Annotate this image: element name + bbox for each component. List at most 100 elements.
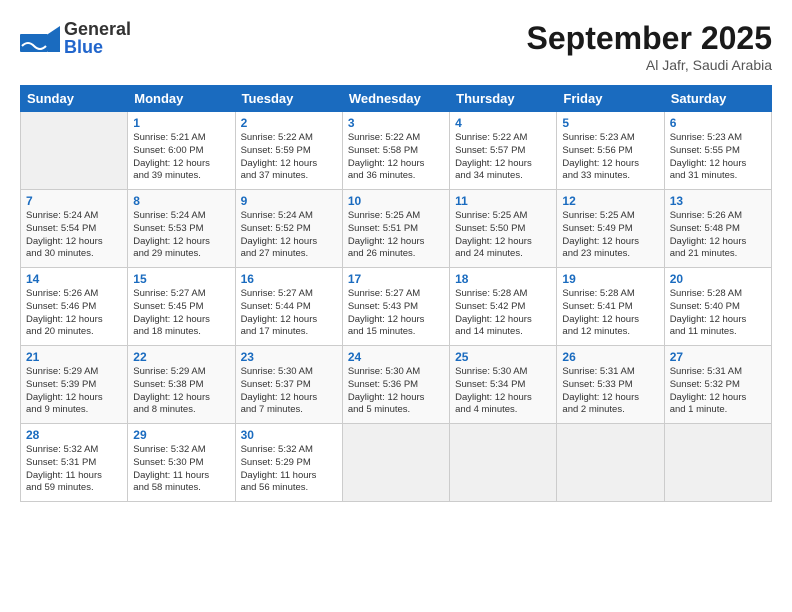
header: General Blue September 2025 Al Jafr, Sau…	[20, 20, 772, 73]
day-number: 27	[670, 350, 766, 364]
cell-info: Sunrise: 5:24 AM Sunset: 5:52 PM Dayligh…	[241, 210, 337, 261]
day-number: 19	[562, 272, 658, 286]
cell-info: Sunrise: 5:29 AM Sunset: 5:38 PM Dayligh…	[133, 366, 229, 417]
cell-info: Sunrise: 5:30 AM Sunset: 5:34 PM Dayligh…	[455, 366, 551, 417]
day-number: 12	[562, 194, 658, 208]
calendar-cell: 23Sunrise: 5:30 AM Sunset: 5:37 PM Dayli…	[235, 346, 342, 424]
week-row-3: 14 Sunrise: 5:26 AM Sunset: 5:46 PM Dayli…	[21, 268, 772, 346]
cell-info: Sunrise: 5:25 AM Sunset: 5:50 PM Dayligh…	[455, 210, 551, 261]
calendar-cell	[342, 424, 449, 502]
calendar-cell: 24 Sunrise: 5:30 AM Sunset: 5:36 PM Dayli…	[342, 346, 449, 424]
day-number: 4	[455, 116, 551, 130]
cell-info: Sunrise: 5:23 AM Sunset: 5:55 PM Dayligh…	[670, 132, 766, 183]
cell-info: Sunrise: 5:28 AM Sunset: 5:42 PM Dayligh…	[455, 288, 551, 339]
page: General Blue September 2025 Al Jafr, Sau…	[0, 0, 792, 612]
calendar-cell: 29 Sunrise: 5:32 AM Sunset: 5:30 PM Dayli…	[128, 424, 235, 502]
day-number: 28	[26, 428, 122, 442]
day-number: 22	[133, 350, 229, 364]
calendar-cell: 6 Sunrise: 5:23 AM Sunset: 5:55 PM Daylig…	[664, 112, 771, 190]
cell-info: Sunrise: 5:30 AM Sunset: 5:37 PM Dayligh…	[241, 366, 337, 417]
calendar-cell: 18Sunrise: 5:28 AM Sunset: 5:42 PM Dayli…	[450, 268, 557, 346]
calendar-cell	[450, 424, 557, 502]
th-monday: Monday	[128, 86, 235, 112]
cell-info: Sunrise: 5:27 AM Sunset: 5:43 PM Dayligh…	[348, 288, 444, 339]
title-area: September 2025 Al Jafr, Saudi Arabia	[527, 20, 772, 73]
calendar-cell: 16 Sunrise: 5:27 AM Sunset: 5:44 PM Dayli…	[235, 268, 342, 346]
day-number: 3	[348, 116, 444, 130]
week-row-1: 1Sunrise: 5:21 AM Sunset: 6:00 PM Daylig…	[21, 112, 772, 190]
th-wednesday: Wednesday	[342, 86, 449, 112]
day-number: 15	[133, 272, 229, 286]
header-row: Sunday Monday Tuesday Wednesday Thursday…	[21, 86, 772, 112]
calendar-cell: 17Sunrise: 5:27 AM Sunset: 5:43 PM Dayli…	[342, 268, 449, 346]
day-number: 14	[26, 272, 122, 286]
calendar-cell: 13Sunrise: 5:26 AM Sunset: 5:48 PM Dayli…	[664, 190, 771, 268]
calendar-cell	[557, 424, 664, 502]
calendar-cell: 3 Sunrise: 5:22 AM Sunset: 5:58 PM Daylig…	[342, 112, 449, 190]
day-number: 26	[562, 350, 658, 364]
day-number: 7	[26, 194, 122, 208]
location: Al Jafr, Saudi Arabia	[527, 57, 772, 73]
calendar-cell: 7Sunrise: 5:24 AM Sunset: 5:54 PM Daylig…	[21, 190, 128, 268]
th-sunday: Sunday	[21, 86, 128, 112]
day-number: 30	[241, 428, 337, 442]
calendar-cell: 14 Sunrise: 5:26 AM Sunset: 5:46 PM Dayli…	[21, 268, 128, 346]
calendar-cell: 1Sunrise: 5:21 AM Sunset: 6:00 PM Daylig…	[128, 112, 235, 190]
cell-info: Sunrise: 5:29 AM Sunset: 5:39 PM Dayligh…	[26, 366, 122, 417]
day-number: 2	[241, 116, 337, 130]
cell-info: Sunrise: 5:23 AM Sunset: 5:56 PM Dayligh…	[562, 132, 658, 183]
calendar-cell: 25 Sunrise: 5:30 AM Sunset: 5:34 PM Dayli…	[450, 346, 557, 424]
cell-info: Sunrise: 5:26 AM Sunset: 5:48 PM Dayligh…	[670, 210, 766, 261]
week-row-2: 7Sunrise: 5:24 AM Sunset: 5:54 PM Daylig…	[21, 190, 772, 268]
day-number: 16	[241, 272, 337, 286]
calendar-cell: 2 Sunrise: 5:22 AM Sunset: 5:59 PM Daylig…	[235, 112, 342, 190]
cell-info: Sunrise: 5:27 AM Sunset: 5:45 PM Dayligh…	[133, 288, 229, 339]
day-number: 25	[455, 350, 551, 364]
calendar-cell: 19 Sunrise: 5:28 AM Sunset: 5:41 PM Dayli…	[557, 268, 664, 346]
day-number: 24	[348, 350, 444, 364]
day-number: 6	[670, 116, 766, 130]
cell-info: Sunrise: 5:28 AM Sunset: 5:41 PM Dayligh…	[562, 288, 658, 339]
calendar-cell	[664, 424, 771, 502]
cell-info: Sunrise: 5:22 AM Sunset: 5:58 PM Dayligh…	[348, 132, 444, 183]
cell-info: Sunrise: 5:32 AM Sunset: 5:30 PM Dayligh…	[133, 444, 229, 495]
day-number: 8	[133, 194, 229, 208]
th-saturday: Saturday	[664, 86, 771, 112]
calendar-cell: 21 Sunrise: 5:29 AM Sunset: 5:39 PM Dayli…	[21, 346, 128, 424]
month-title: September 2025	[527, 20, 772, 57]
logo-icon	[20, 26, 60, 50]
logo-text: General Blue	[64, 20, 131, 56]
cell-info: Sunrise: 5:27 AM Sunset: 5:44 PM Dayligh…	[241, 288, 337, 339]
calendar-cell: 30 Sunrise: 5:32 AM Sunset: 5:29 PM Dayli…	[235, 424, 342, 502]
cell-info: Sunrise: 5:25 AM Sunset: 5:49 PM Dayligh…	[562, 210, 658, 261]
calendar-cell: 15 Sunrise: 5:27 AM Sunset: 5:45 PM Dayli…	[128, 268, 235, 346]
week-row-4: 21 Sunrise: 5:29 AM Sunset: 5:39 PM Dayli…	[21, 346, 772, 424]
day-number: 20	[670, 272, 766, 286]
day-number: 9	[241, 194, 337, 208]
cell-info: Sunrise: 5:21 AM Sunset: 6:00 PM Dayligh…	[133, 132, 229, 183]
calendar-cell: 26 Sunrise: 5:31 AM Sunset: 5:33 PM Dayli…	[557, 346, 664, 424]
calendar-cell: 9 Sunrise: 5:24 AM Sunset: 5:52 PM Daylig…	[235, 190, 342, 268]
calendar-cell: 4 Sunrise: 5:22 AM Sunset: 5:57 PM Daylig…	[450, 112, 557, 190]
cell-info: Sunrise: 5:28 AM Sunset: 5:40 PM Dayligh…	[670, 288, 766, 339]
day-number: 21	[26, 350, 122, 364]
calendar-cell: 22 Sunrise: 5:29 AM Sunset: 5:38 PM Dayli…	[128, 346, 235, 424]
calendar-cell: 28Sunrise: 5:32 AM Sunset: 5:31 PM Dayli…	[21, 424, 128, 502]
th-friday: Friday	[557, 86, 664, 112]
calendar-cell: 20 Sunrise: 5:28 AM Sunset: 5:40 PM Dayli…	[664, 268, 771, 346]
cell-info: Sunrise: 5:22 AM Sunset: 5:57 PM Dayligh…	[455, 132, 551, 183]
cell-info: Sunrise: 5:32 AM Sunset: 5:29 PM Dayligh…	[241, 444, 337, 495]
cell-info: Sunrise: 5:26 AM Sunset: 5:46 PM Dayligh…	[26, 288, 122, 339]
day-number: 10	[348, 194, 444, 208]
cell-info: Sunrise: 5:31 AM Sunset: 5:33 PM Dayligh…	[562, 366, 658, 417]
cell-info: Sunrise: 5:31 AM Sunset: 5:32 PM Dayligh…	[670, 366, 766, 417]
calendar-cell: 27 Sunrise: 5:31 AM Sunset: 5:32 PM Dayli…	[664, 346, 771, 424]
calendar-cell: 5 Sunrise: 5:23 AM Sunset: 5:56 PM Daylig…	[557, 112, 664, 190]
day-number: 29	[133, 428, 229, 442]
cell-info: Sunrise: 5:30 AM Sunset: 5:36 PM Dayligh…	[348, 366, 444, 417]
calendar-cell: 11Sunrise: 5:25 AM Sunset: 5:50 PM Dayli…	[450, 190, 557, 268]
cell-info: Sunrise: 5:25 AM Sunset: 5:51 PM Dayligh…	[348, 210, 444, 261]
calendar-cell: 12 Sunrise: 5:25 AM Sunset: 5:49 PM Dayli…	[557, 190, 664, 268]
day-number: 5	[562, 116, 658, 130]
cell-info: Sunrise: 5:22 AM Sunset: 5:59 PM Dayligh…	[241, 132, 337, 183]
